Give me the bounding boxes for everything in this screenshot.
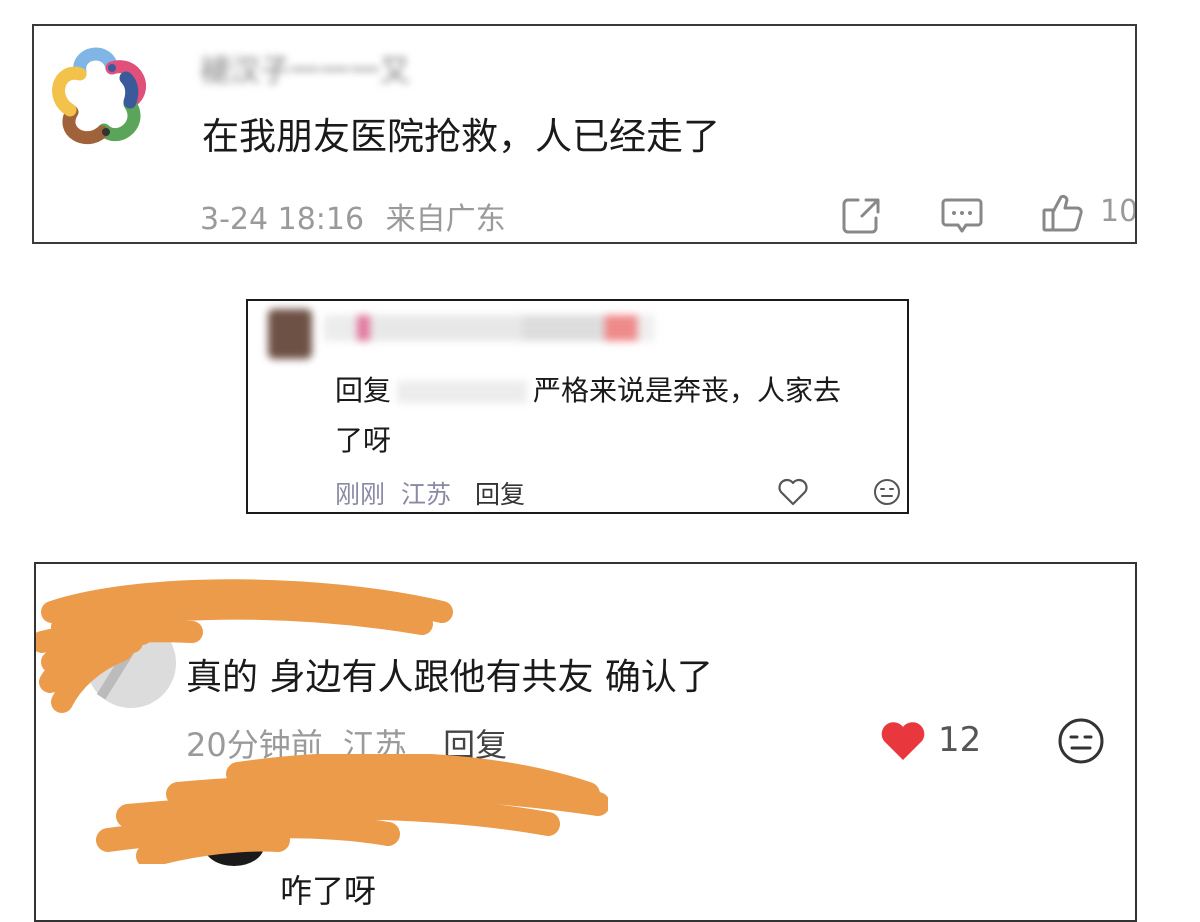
like-count: 12 <box>938 720 982 760</box>
comment-meta: 刚刚 江苏 回复 <box>335 475 525 511</box>
share-icon[interactable] <box>840 194 882 236</box>
location: 来自广东 <box>385 202 506 237</box>
heart-outline-icon[interactable] <box>777 477 809 507</box>
reply-text: 咋了呀 <box>280 872 377 910</box>
comment-text: 在我朋友医院抢救，人已经走了 <box>202 115 720 158</box>
username[interactable]: 褪汉子一一一又 <box>200 46 410 90</box>
comment-text: 真的 身边有人跟他有共友 确认了 <box>186 657 713 698</box>
heart-filled-icon[interactable] <box>878 718 928 764</box>
location: 江苏 <box>400 480 451 509</box>
comment-card-3: 真的 身边有人跟他有共友 确认了 20分钟前 江苏 回复 12 咋了呀 <box>34 562 1137 922</box>
reply-text-line2: 了呀 <box>335 424 392 457</box>
reply-button[interactable]: 回复 <box>475 480 525 509</box>
reply-prefix: 回复 <box>335 374 392 407</box>
emoji-icon[interactable] <box>1056 716 1106 766</box>
comment-card-2: 回复 严格来说是奔丧，人家去 了呀 刚刚 江苏 回复 <box>246 299 909 514</box>
timestamp: 3-24 18:16 <box>200 202 365 237</box>
avatar[interactable] <box>46 42 154 148</box>
thumbs-up-icon[interactable] <box>1040 192 1084 236</box>
username-redacted <box>324 315 654 341</box>
redaction-scribble <box>88 752 610 868</box>
emoji-icon[interactable] <box>872 477 902 507</box>
mention-redacted <box>397 381 528 403</box>
comment-card-1: 褪汉子一一一又 在我朋友医院抢救，人已经走了 3-24 18:16 来自广东 1… <box>32 24 1137 244</box>
like-count: 10 <box>1100 194 1137 229</box>
comment-text: 严格来说是奔丧，人家去 <box>533 374 842 407</box>
avatar[interactable] <box>268 309 312 359</box>
comment-icon[interactable] <box>940 194 984 238</box>
reply-text-line1: 回复 严格来说是奔丧，人家去 <box>335 369 841 409</box>
comment-meta: 3-24 18:16 来自广东 <box>200 194 506 238</box>
timestamp: 刚刚 <box>335 480 386 509</box>
